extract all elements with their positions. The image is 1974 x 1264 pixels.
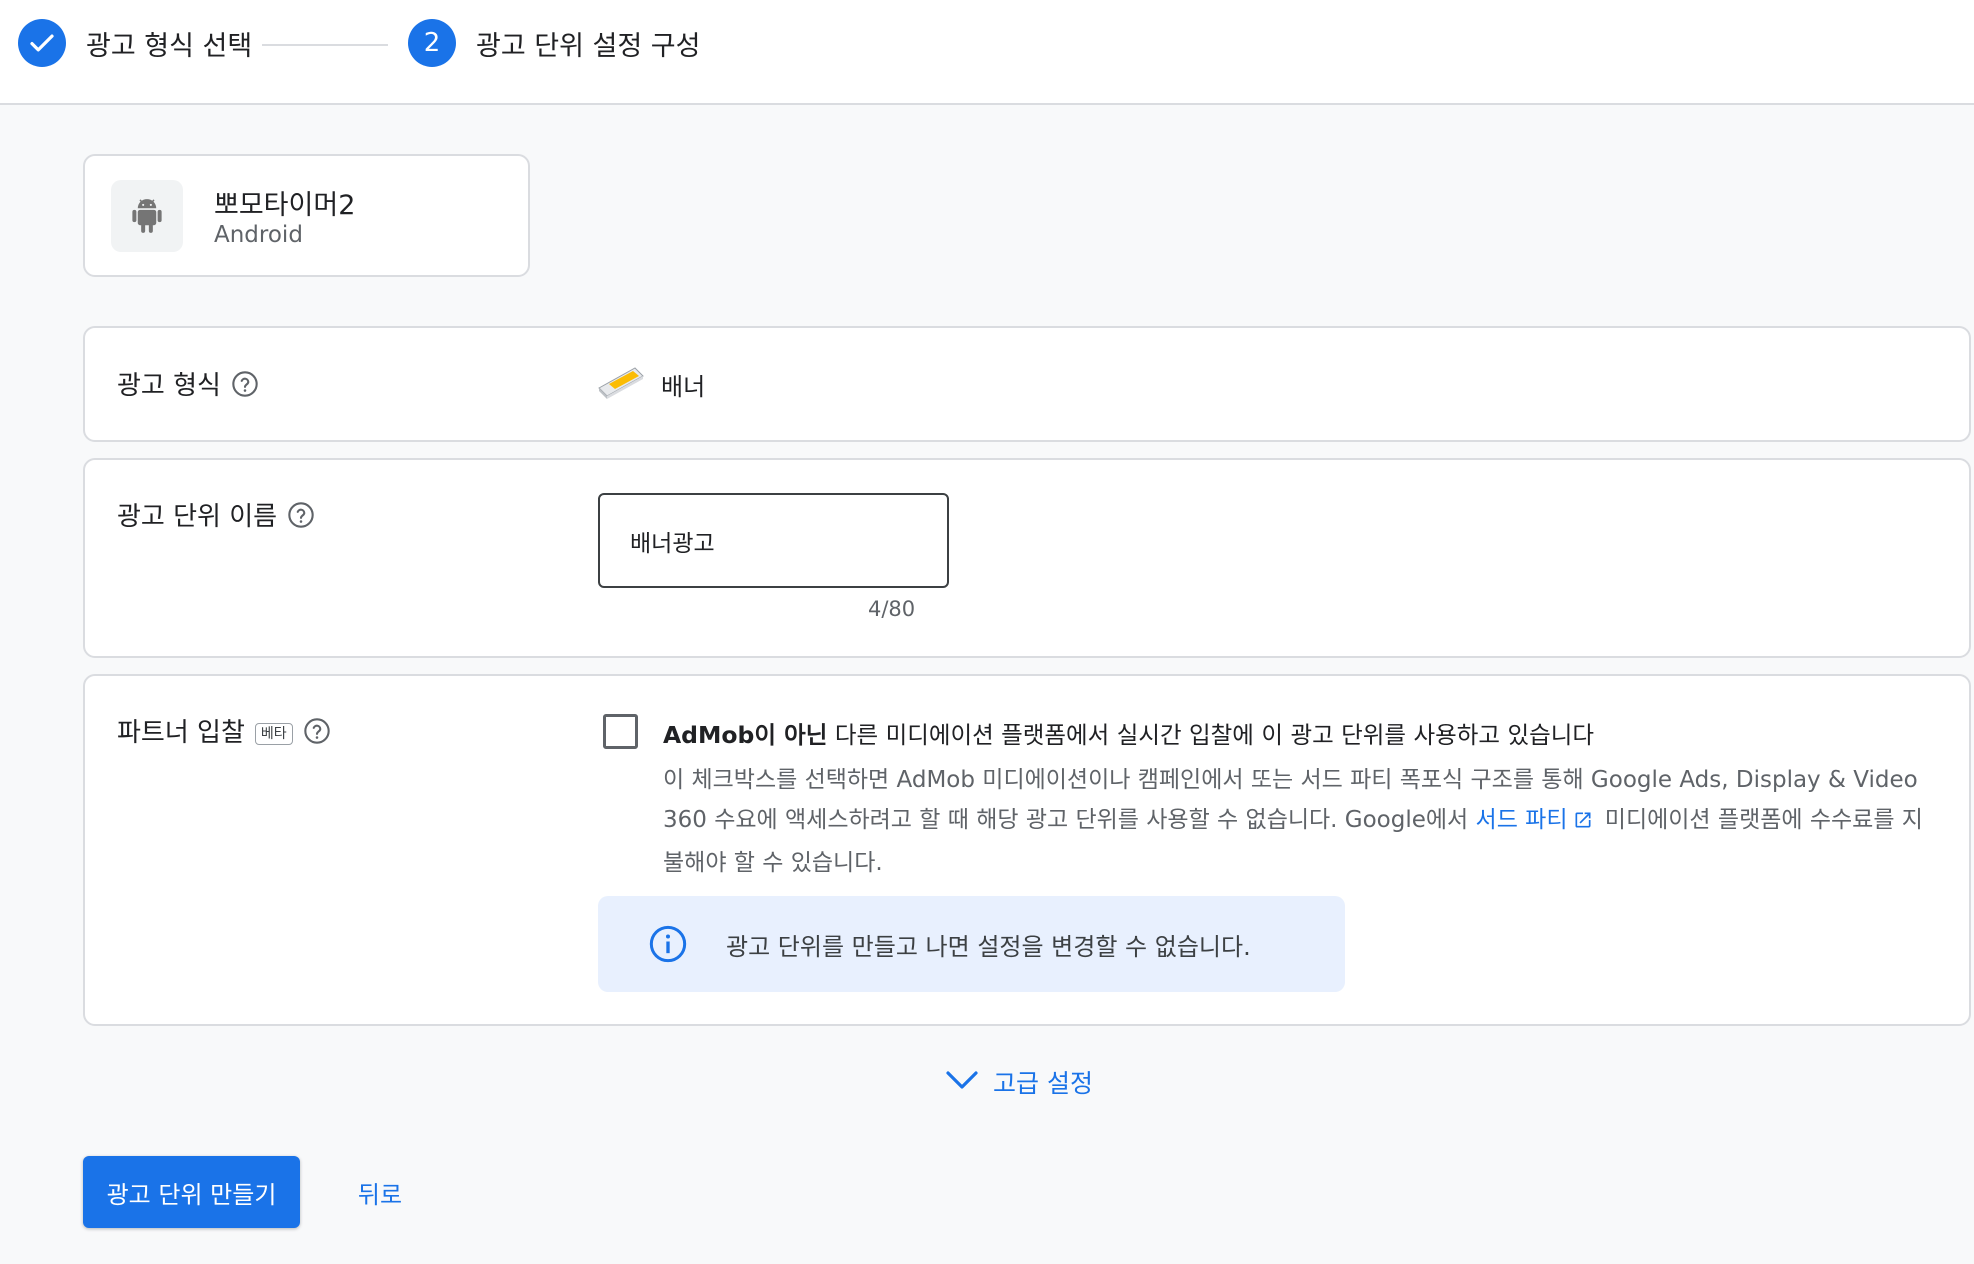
external-link-icon <box>1573 803 1593 843</box>
ad-format-label-row: 광고 형식 <box>117 365 259 402</box>
app-platform: Android <box>214 222 303 248</box>
step-1-label: 광고 형식 선택 <box>86 30 253 62</box>
ad-format-value: 배너 <box>595 362 705 406</box>
info-icon <box>648 924 688 968</box>
step-select-format: 광고 형식 선택 <box>18 19 252 67</box>
android-icon <box>111 180 183 252</box>
ad-unit-name-label-row: 광고 단위 이름 <box>117 496 315 533</box>
third-party-link[interactable]: 서드 파티 <box>1476 807 1598 833</box>
char-counter: 4/80 <box>868 597 916 621</box>
advanced-settings-toggle[interactable]: 고급 설정 <box>945 1064 1093 1100</box>
partner-bidding-description: 이 체크박스를 선택하면 AdMob 미디에이션이나 캠페인에서 또는 서드 파… <box>663 760 1943 883</box>
chevron-down-icon <box>945 1068 979 1097</box>
info-text: 광고 단위를 만들고 나면 설정을 변경할 수 없습니다. <box>726 933 1251 961</box>
partner-bidding-section: 파트너 입찰 베타 AdMob이 아닌 다른 미디에이션 플랫폼에서 실시간 입… <box>83 674 1971 1026</box>
ad-unit-name-label: 광고 단위 이름 <box>117 502 278 532</box>
step-configure-ad-unit: 2 광고 단위 설정 구성 <box>408 19 700 67</box>
partner-bidding-title-rest: 다른 미디에이션 플랫폼에서 실시간 입찰에 이 광고 단위를 사용하고 있습니… <box>827 721 1594 749</box>
info-notice: 광고 단위를 만들고 나면 설정을 변경할 수 없습니다. <box>598 896 1345 992</box>
partner-bidding-title-bold: AdMob이 아닌 <box>663 721 828 749</box>
partner-bidding-checkbox[interactable] <box>603 714 638 749</box>
ad-unit-name-input[interactable] <box>598 493 949 588</box>
app-name: 뽀모타이머2 <box>214 190 356 221</box>
partner-bidding-title: AdMob이 아닌 다른 미디에이션 플랫폼에서 실시간 입찰에 이 광고 단위… <box>663 716 1594 750</box>
ad-unit-name-section: 광고 단위 이름 4/80 <box>83 458 1971 658</box>
partner-bidding-label-row: 파트너 입찰 베타 <box>117 712 331 749</box>
step-2-number: 2 <box>408 19 456 67</box>
beta-badge: 베타 <box>254 722 293 745</box>
back-button[interactable]: 뒤로 <box>340 1156 420 1228</box>
create-ad-unit-button[interactable]: 광고 단위 만들기 <box>83 1156 300 1228</box>
step-connector <box>262 44 388 46</box>
stepper-header: 광고 형식 선택 2 광고 단위 설정 구성 <box>0 0 1974 105</box>
banner-format-icon <box>595 362 647 406</box>
ad-format-label: 광고 형식 <box>117 371 221 401</box>
ad-format-section: 광고 형식 배너 <box>83 326 1971 442</box>
help-icon[interactable] <box>231 370 259 398</box>
advanced-settings-label: 고급 설정 <box>993 1069 1093 1098</box>
ad-format-text: 배너 <box>661 372 706 401</box>
check-icon <box>18 19 66 67</box>
third-party-link-text: 서드 파티 <box>1475 807 1568 833</box>
step-2-label: 광고 단위 설정 구성 <box>476 30 701 62</box>
help-icon[interactable] <box>287 501 315 529</box>
app-card: 뽀모타이머2 Android <box>83 154 530 277</box>
partner-bidding-label: 파트너 입찰 <box>117 718 245 748</box>
help-icon[interactable] <box>303 717 331 745</box>
